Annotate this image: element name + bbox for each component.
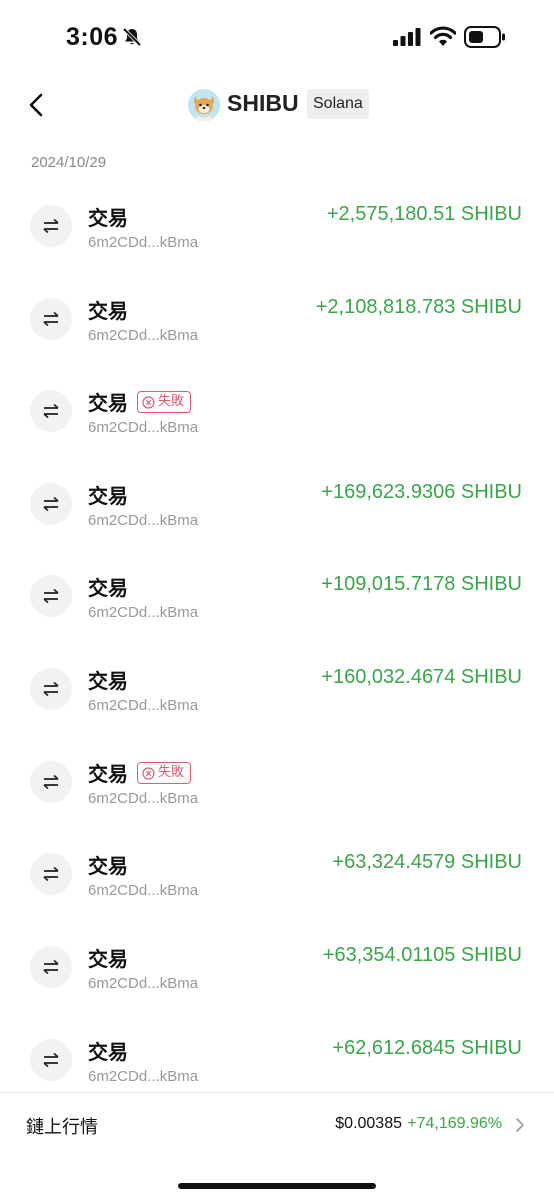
transaction-address: 6m2CDd...kBma — [88, 975, 199, 992]
failed-label: 失敗 — [158, 394, 185, 409]
swap-arrows-icon — [30, 668, 72, 710]
market-bar[interactable]: 鏈上行情 $0.00385 +74,169.96% — [0, 1093, 554, 1157]
transaction-type: 交易 — [88, 484, 128, 508]
transaction-type: 交易 — [88, 391, 128, 415]
transaction-address: 6m2CDd...kBma — [88, 1068, 199, 1085]
transaction-address: 6m2CDd...kBma — [88, 512, 199, 529]
chevron-right-icon — [516, 1118, 524, 1132]
transaction-amount: +63,354.01105 SHIBU — [322, 944, 522, 966]
failed-badge: 失敗 — [137, 391, 192, 413]
transaction-address: 6m2CDd...kBma — [88, 419, 199, 436]
swap-arrows-icon — [30, 205, 72, 247]
x-circle-icon — [142, 395, 155, 409]
transaction-address: 6m2CDd...kBma — [88, 882, 199, 899]
transaction-row[interactable]: 交易 6m2CDd...kBma +169,623.9306 SHIBU — [0, 460, 554, 552]
transaction-row[interactable]: 交易 6m2CDd...kBma +2,108,818.783 SHIBU — [0, 275, 554, 367]
transaction-type: 交易 — [88, 206, 128, 230]
failed-label: 失敗 — [158, 765, 185, 780]
failed-badge: 失敗 — [137, 762, 192, 784]
swap-arrows-icon — [30, 483, 72, 525]
status-time: 3:06 — [66, 23, 119, 51]
header: SHIBU Solana — [0, 80, 554, 130]
transaction-row[interactable]: 交易 6m2CDd...kBma +109,015.7178 SHIBU — [0, 552, 554, 644]
transaction-address: 6m2CDd...kBma — [88, 327, 199, 344]
swap-arrows-icon — [30, 390, 72, 432]
transaction-row[interactable]: 交易 失敗 6m2CDd...kBma — [0, 738, 554, 830]
token-logo-icon — [188, 89, 220, 121]
transaction-row[interactable]: 交易 6m2CDd...kBma +160,032.4674 SHIBU — [0, 645, 554, 737]
transaction-amount: +109,015.7178 SHIBU — [321, 573, 522, 595]
transaction-type: 交易 — [88, 762, 128, 786]
transaction-row[interactable]: 交易 6m2CDd...kBma +63,354.01105 SHIBU — [0, 923, 554, 1015]
transaction-address: 6m2CDd...kBma — [88, 234, 199, 251]
swap-arrows-icon — [30, 575, 72, 617]
transaction-type: 交易 — [88, 1040, 128, 1064]
chain-badge: Solana — [307, 89, 369, 119]
transaction-amount: +169,623.9306 SHIBU — [321, 481, 522, 503]
market-change: +74,169.96% — [407, 1115, 502, 1132]
market-label: 鏈上行情 — [26, 1117, 98, 1138]
home-indicator — [178, 1183, 376, 1189]
market-price: $0.00385 — [335, 1115, 402, 1132]
status-bar: 3:06 — [0, 0, 554, 70]
swap-arrows-icon — [30, 853, 72, 895]
transaction-row[interactable]: 交易 失敗 6m2CDd...kBma — [0, 367, 554, 459]
transaction-type: 交易 — [88, 299, 128, 323]
transaction-amount: +62,612.6845 SHIBU — [332, 1037, 522, 1059]
swap-arrows-icon — [30, 946, 72, 988]
battery-icon — [464, 26, 505, 48]
signal-icon — [393, 28, 421, 46]
transaction-type: 交易 — [88, 854, 128, 878]
transaction-type: 交易 — [88, 669, 128, 693]
swap-arrows-icon — [30, 298, 72, 340]
back-icon[interactable] — [26, 92, 48, 118]
transaction-address: 6m2CDd...kBma — [88, 790, 199, 807]
transaction-type: 交易 — [88, 576, 128, 600]
transaction-address: 6m2CDd...kBma — [88, 604, 199, 621]
token-name: SHIBU — [227, 90, 299, 116]
swap-arrows-icon — [30, 761, 72, 803]
transaction-amount: +160,032.4674 SHIBU — [321, 666, 522, 688]
transaction-amount: +2,108,818.783 SHIBU — [315, 296, 522, 318]
wifi-icon — [430, 26, 456, 46]
transaction-row[interactable]: 交易 6m2CDd...kBma +2,575,180.51 SHIBU — [0, 182, 554, 274]
swap-arrows-icon — [30, 1039, 72, 1081]
transaction-amount: +2,575,180.51 SHIBU — [326, 203, 522, 225]
x-circle-icon — [142, 766, 155, 780]
transaction-row[interactable]: 交易 6m2CDd...kBma +63,324.4579 SHIBU — [0, 830, 554, 922]
transaction-amount: +63,324.4579 SHIBU — [332, 851, 522, 873]
date-label: 2024/10/29 — [31, 154, 107, 171]
transaction-type: 交易 — [88, 947, 128, 971]
bell-muted-icon — [122, 27, 142, 47]
transaction-address: 6m2CDd...kBma — [88, 697, 199, 714]
